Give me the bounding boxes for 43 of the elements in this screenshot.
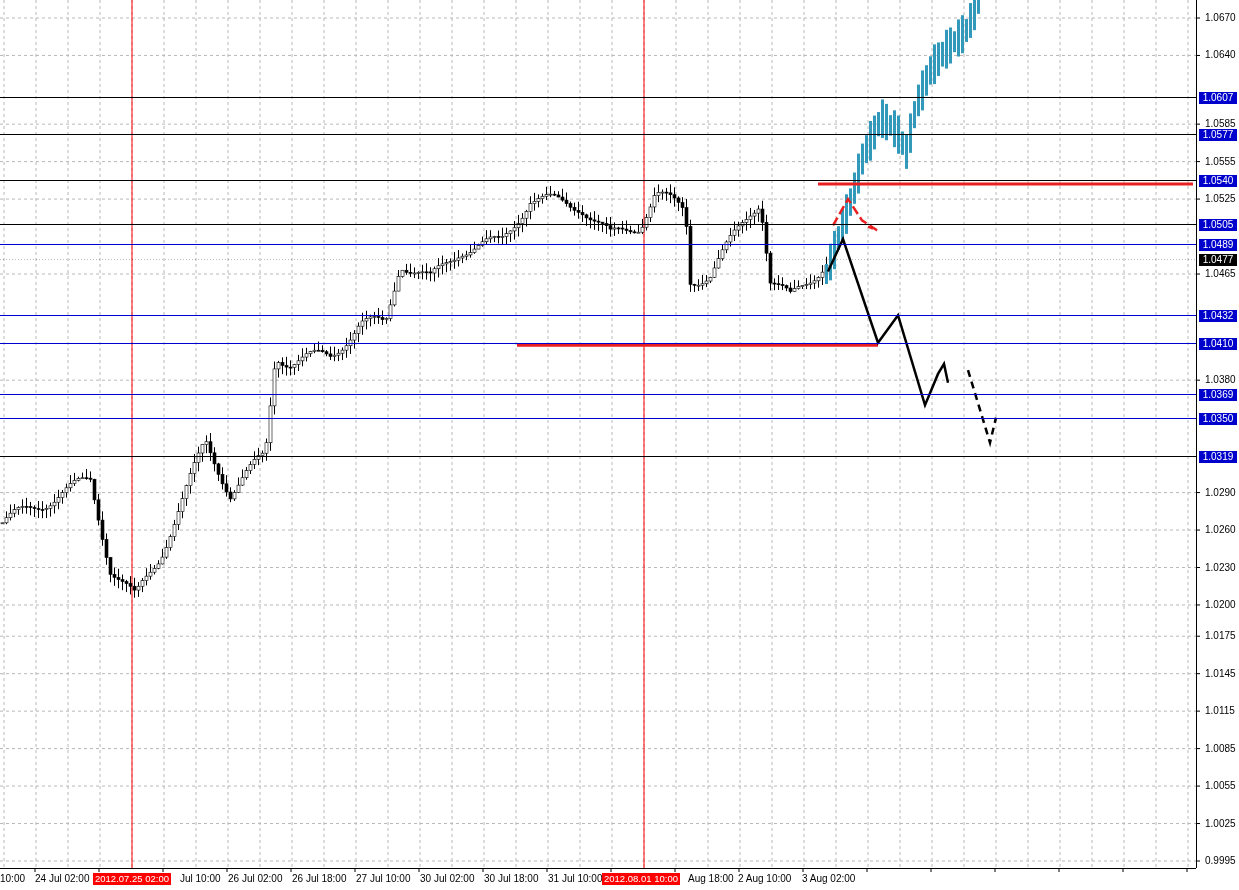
price-label: 1.0025 xyxy=(1205,817,1236,830)
price-label: 0.9995 xyxy=(1205,855,1236,867)
time-label: 26 Jul 18:00 xyxy=(292,873,347,885)
level-label: 1.0577 xyxy=(1199,129,1237,141)
time-label: Aug 18:00 xyxy=(688,873,734,885)
level-label: 1.0489 xyxy=(1199,239,1237,251)
price-label: 1.0085 xyxy=(1205,742,1236,755)
time-label: 3 Aug 02:00 xyxy=(802,873,856,885)
level-label: 1.0540 xyxy=(1199,175,1237,187)
price-label: 1.0555 xyxy=(1205,155,1236,168)
time-label: Jul 10:00 xyxy=(180,873,221,885)
time-label: 26 Jul 02:00 xyxy=(228,873,283,885)
price-label: 1.0055 xyxy=(1205,780,1236,793)
price-label: 1.0115 xyxy=(1205,705,1235,718)
time-label: 24 Jul 02:00 xyxy=(35,873,90,885)
time-label: 31 Jul 10:00 xyxy=(548,873,603,885)
level-label: 1.0410 xyxy=(1199,338,1237,350)
price-label: 1.0230 xyxy=(1205,561,1236,574)
price-label: 1.0380 xyxy=(1205,374,1236,387)
price-label: 1.0465 xyxy=(1205,268,1236,280)
price-label: 1.0585 xyxy=(1205,118,1236,130)
marker-time-label: 2012.07.25 02:00 xyxy=(93,873,171,885)
price-label: 1.0290 xyxy=(1205,486,1236,499)
price-label: 1.0200 xyxy=(1205,598,1236,611)
time-label: 10:00 xyxy=(0,873,26,885)
marker-time-label: 2012.08.01 10:00 xyxy=(602,873,680,885)
level-label: 1.0505 xyxy=(1199,219,1237,231)
level-label: 1.0432 xyxy=(1199,310,1237,322)
level-label: 1.0369 xyxy=(1199,389,1237,401)
level-label: 1.0350 xyxy=(1199,413,1237,425)
price-label: 1.0525 xyxy=(1205,193,1236,206)
level-label: 1.0477 xyxy=(1199,254,1237,266)
time-label: 30 Jul 02:00 xyxy=(420,873,475,885)
time-label: 30 Jul 18:00 xyxy=(484,873,539,885)
level-label: 1.0319 xyxy=(1199,451,1237,463)
price-label: 1.0670 xyxy=(1205,12,1236,24)
price-label: 1.0175 xyxy=(1205,630,1236,643)
time-label: 2 Aug 10:00 xyxy=(738,873,792,885)
time-label: 27 Jul 10:00 xyxy=(356,873,411,885)
price-label: 1.0640 xyxy=(1205,49,1236,62)
price-label: 1.0260 xyxy=(1205,524,1236,537)
price-label: 1.0145 xyxy=(1205,667,1236,680)
level-label: 1.0607 xyxy=(1199,92,1237,104)
